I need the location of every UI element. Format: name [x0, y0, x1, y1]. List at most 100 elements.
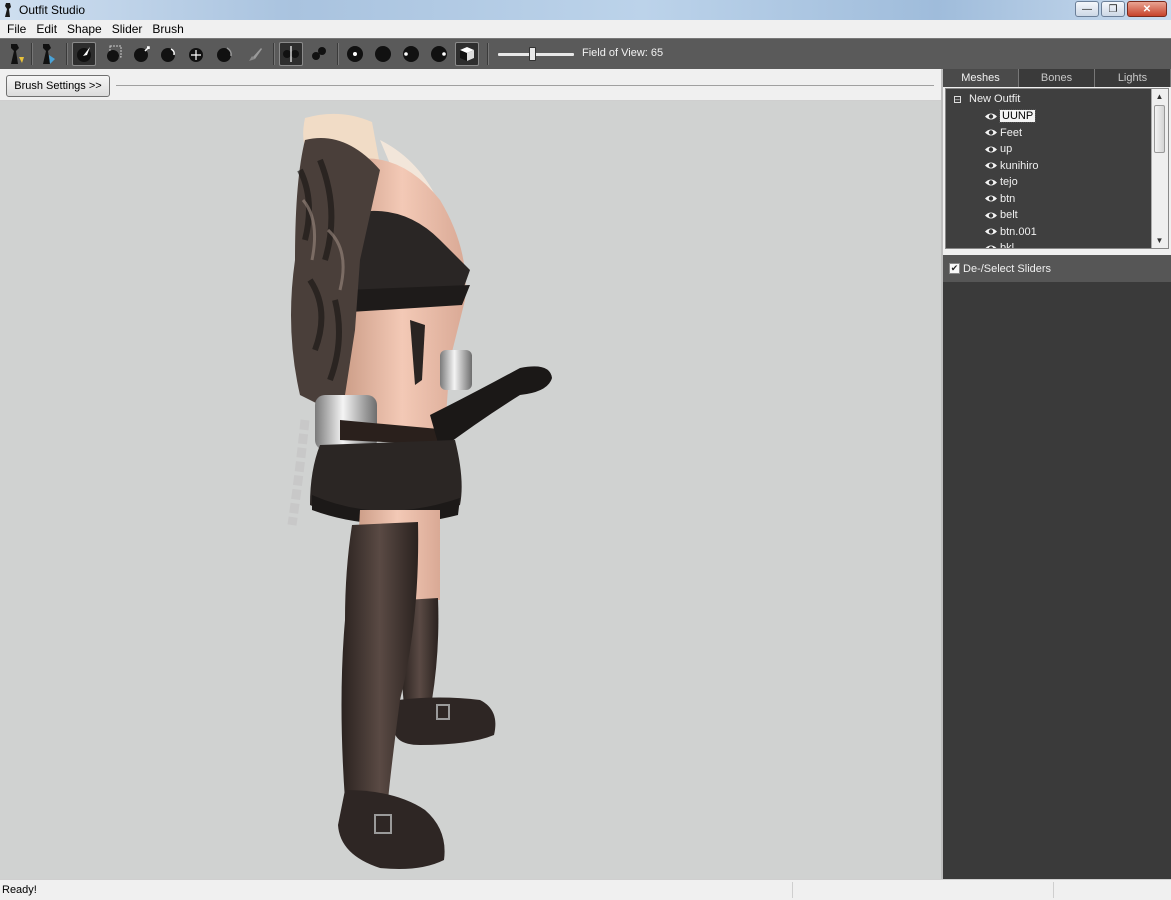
select-sliders-label: De-/Select Sliders	[963, 262, 1052, 275]
connected-icon	[312, 47, 326, 60]
deflate-brush-icon	[161, 48, 175, 62]
eye-icon[interactable]	[984, 128, 998, 137]
sliders-panel: ✔ De-/Select Sliders	[943, 255, 1171, 879]
inflate-brush-button[interactable]	[130, 42, 154, 66]
mirror-icon	[283, 46, 299, 62]
tab-meshes[interactable]: Meshes	[943, 69, 1019, 87]
close-icon: ✕	[1142, 3, 1152, 15]
mesh-label: belt	[1000, 209, 1018, 221]
eye-icon[interactable]	[984, 244, 998, 250]
tree-root-label: New Outfit	[969, 93, 1021, 105]
mesh-label: bkl	[1000, 242, 1015, 249]
view-right-icon	[431, 46, 447, 62]
smooth-brush-icon	[217, 47, 232, 62]
mesh-item[interactable]: Feet	[984, 125, 1022, 141]
mesh-item[interactable]: up	[984, 141, 1012, 157]
eye-icon[interactable]	[984, 161, 998, 170]
menu-shape[interactable]: Shape	[62, 22, 107, 36]
mesh-label: btn	[1000, 192, 1016, 205]
mask-brush-button[interactable]	[102, 42, 126, 66]
smooth-brush-button[interactable]	[213, 42, 237, 66]
eye-icon[interactable]	[984, 194, 998, 203]
mesh-item[interactable]: UUNP	[984, 108, 1037, 124]
mesh-item[interactable]: kunihiro	[984, 158, 1039, 174]
collapse-icon[interactable]: –	[954, 95, 961, 103]
weight-brush-button[interactable]	[243, 42, 267, 66]
menu-brush[interactable]: Brush	[147, 22, 188, 36]
tree-root-outfit[interactable]: – New Outfit	[954, 91, 1020, 107]
eye-icon[interactable]	[984, 178, 998, 187]
scroll-down-icon[interactable]: ▼	[1152, 233, 1167, 248]
mesh-tree-scrollbar[interactable]: ▲ ▼	[1151, 89, 1168, 248]
select-sliders-checkbox[interactable]: ✔	[949, 263, 960, 274]
fov-slider-track[interactable]	[498, 53, 574, 56]
perspective-toggle-button[interactable]	[455, 42, 479, 66]
mesh-label: Feet	[1000, 126, 1023, 139]
brush-settings-divider	[116, 85, 934, 86]
fov-slider-thumb[interactable]	[529, 47, 536, 61]
view-front-button[interactable]	[343, 42, 367, 66]
mesh-label: up	[1000, 143, 1013, 155]
minimize-icon: —	[1082, 3, 1092, 15]
tab-lights[interactable]: Lights	[1095, 69, 1171, 87]
close-button[interactable]: ✕	[1127, 1, 1167, 17]
mesh-label: btn.001	[1000, 225, 1037, 238]
mesh-label: tejo	[1000, 176, 1018, 188]
cube-icon	[460, 47, 474, 61]
brush-settings-button[interactable]: Brush Settings >>	[6, 75, 110, 97]
eye-icon[interactable]	[984, 211, 998, 220]
restore-icon: ❐	[1108, 3, 1118, 15]
connected-only-button[interactable]	[307, 42, 331, 66]
select-brush-button[interactable]	[72, 42, 96, 66]
reference-figure-icon	[11, 44, 24, 64]
mesh-tree: – New Outfit UUNP Feet up kunihiro tejo btn be…	[945, 88, 1169, 249]
menu-bar: File Edit Shape Slider Brush	[0, 20, 1171, 38]
view-left-button[interactable]	[399, 42, 423, 66]
view-right-button[interactable]	[427, 42, 451, 66]
move-brush-icon	[189, 48, 203, 62]
outfit-model-render	[287, 113, 552, 869]
paint-brush-icon	[249, 48, 262, 61]
mesh-label: UUNP	[998, 109, 1037, 123]
eye-icon[interactable]	[984, 145, 998, 154]
fov-label: Field of View: 65	[582, 47, 664, 59]
mesh-item[interactable]: belt	[984, 207, 1018, 223]
mask-brush-icon	[107, 45, 122, 62]
menu-edit[interactable]: Edit	[31, 22, 62, 36]
minimize-button[interactable]: —	[1075, 1, 1099, 17]
app-icon	[5, 3, 11, 17]
window-title: Outfit Studio	[19, 3, 86, 17]
move-brush-button[interactable]	[185, 42, 209, 66]
status-divider	[1053, 882, 1054, 898]
mesh-item[interactable]: tejo	[984, 174, 1018, 190]
outfit-figure-icon	[43, 44, 55, 64]
panel-tabs: Meshes Bones Lights	[943, 69, 1171, 87]
mesh-item[interactable]: btn	[984, 191, 1015, 207]
deflate-brush-button[interactable]	[157, 42, 181, 66]
status-bar: Ready!	[0, 879, 1171, 900]
view-front-icon	[347, 46, 363, 62]
status-text: Ready!	[2, 884, 37, 896]
tab-bones[interactable]: Bones	[1019, 69, 1095, 87]
load-reference-button[interactable]	[4, 42, 28, 66]
mesh-item[interactable]: btn.001	[984, 224, 1037, 240]
brush-settings-bar: Brush Settings >>	[0, 69, 941, 101]
view-back-button[interactable]	[371, 42, 395, 66]
x-mirror-button[interactable]	[279, 42, 303, 66]
scroll-up-icon[interactable]: ▲	[1152, 89, 1167, 104]
load-outfit-button[interactable]	[36, 42, 60, 66]
mesh-item[interactable]: bkl	[984, 240, 1015, 250]
title-bar: Outfit Studio — ❐ ✕	[0, 0, 1171, 20]
view-back-icon	[375, 46, 391, 62]
3d-viewport[interactable]	[0, 101, 941, 879]
eye-icon[interactable]	[984, 227, 998, 236]
restore-button[interactable]: ❐	[1101, 1, 1125, 17]
status-divider	[792, 882, 793, 898]
select-brush-icon	[77, 47, 91, 62]
menu-slider[interactable]: Slider	[107, 22, 148, 36]
scroll-thumb[interactable]	[1154, 105, 1165, 153]
menu-file[interactable]: File	[2, 22, 31, 36]
eye-icon[interactable]	[984, 112, 998, 121]
view-left-icon	[403, 46, 419, 62]
mesh-label: kunihiro	[1000, 159, 1039, 172]
